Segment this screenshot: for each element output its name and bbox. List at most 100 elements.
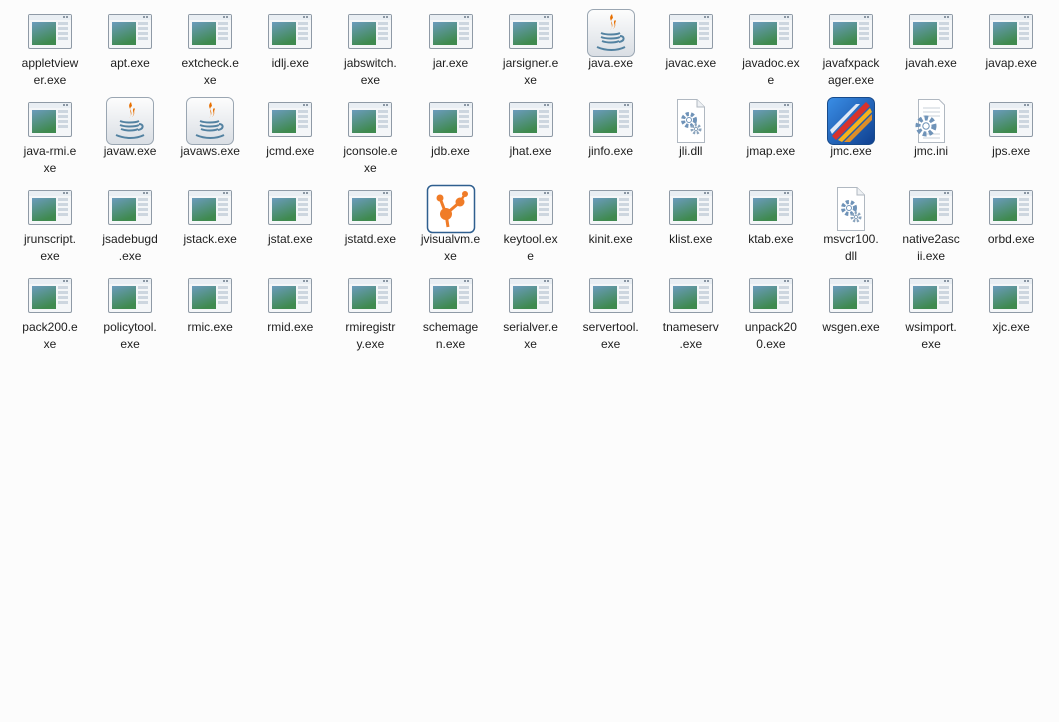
file-name-line-1: javadoc.ex [742,56,800,70]
file-item[interactable]: policytool. exe [90,272,170,358]
file-item[interactable]: jstack.exe [170,184,250,270]
file-name-line-1: wsgen.exe [822,320,880,334]
file-item[interactable]: keytool.ex e [491,184,571,270]
file-item[interactable]: jdb.exe [411,96,491,182]
file-item[interactable]: javah.exe [891,8,971,94]
file-name-label: java-rmi.e xe [10,143,90,177]
file-name-label: schemage n.exe [411,319,491,353]
file-item[interactable]: jstat.exe [250,184,330,270]
file-name-label: jstat.exe [250,231,330,248]
file-name-line-2: y.exe [356,337,385,351]
file-item[interactable]: jps.exe [971,96,1051,182]
file-item[interactable]: javafxpack ager.exe [811,8,891,94]
file-item[interactable]: jhat.exe [491,96,571,182]
app-window-icon [586,184,636,234]
file-item[interactable]: appletview er.exe [10,8,90,94]
file-item[interactable]: pack200.e xe [10,272,90,358]
file-item[interactable]: wsimport. exe [891,272,971,358]
file-item[interactable]: wsgen.exe [811,272,891,358]
file-item[interactable]: extcheck.e xe [170,8,250,94]
file-item[interactable]: unpack20 0.exe [731,272,811,358]
app-window-icon [986,184,1036,234]
file-item[interactable]: javac.exe [651,8,731,94]
file-name-label: unpack20 0.exe [731,319,811,353]
file-item[interactable]: jmc.exe [811,96,891,182]
file-name-label: xjc.exe [971,319,1051,336]
app-window-icon [185,184,235,234]
app-window-icon [506,8,556,58]
file-item[interactable]: jvisualvm.e xe [411,184,491,270]
file-item[interactable]: jstatd.exe [330,184,410,270]
file-name-line-1: jsadebugd [102,232,158,246]
file-item[interactable]: java.exe [571,8,651,94]
file-name-line-1: xjc.exe [992,320,1030,334]
file-item[interactable]: xjc.exe [971,272,1051,358]
file-name-line-2: exe [120,337,140,351]
file-name-label: keytool.ex e [491,231,571,265]
file-item[interactable]: jabswitch. exe [330,8,410,94]
file-name-line-2: e [767,73,775,87]
file-item[interactable]: jinfo.exe [571,96,651,182]
file-name-line-2: 0.exe [756,337,786,351]
file-name-line-2: xe [43,161,57,175]
file-item[interactable]: kinit.exe [571,184,651,270]
file-name-line-1: rmid.exe [267,320,314,334]
file-name-line-1: idlj.exe [271,56,309,70]
file-name-label: java.exe [571,55,651,72]
file-name-label: jhat.exe [491,143,571,160]
file-name-line-1: kinit.exe [588,232,633,246]
file-name-line-2: exe [601,337,621,351]
file-name-label: javafxpack ager.exe [811,55,891,89]
file-name-label: rmid.exe [250,319,330,336]
file-item[interactable]: jconsole.e xe [330,96,410,182]
app-window-icon [25,272,75,322]
file-name-label: jli.dll [651,143,731,160]
file-item[interactable]: idlj.exe [250,8,330,94]
file-name-line-1: orbd.exe [987,232,1035,246]
file-name-line-1: javaw.exe [103,144,157,158]
file-name-label: orbd.exe [971,231,1051,248]
file-name-label: appletview er.exe [10,55,90,89]
file-item[interactable]: rmid.exe [250,272,330,358]
file-item[interactable]: rmic.exe [170,272,250,358]
file-item[interactable]: klist.exe [651,184,731,270]
file-item[interactable]: jsadebugd .exe [90,184,170,270]
file-item[interactable]: javaw.exe [90,96,170,182]
file-name-line-1: msvcr100. [823,232,879,246]
file-name-line-1: jstat.exe [267,232,313,246]
file-name-label: ktab.exe [731,231,811,248]
file-name-line-2: e [527,249,534,263]
file-item[interactable]: javaws.exe [170,96,250,182]
app-window-icon [666,272,716,322]
file-item[interactable]: jli.dll [651,96,731,182]
file-name-line-1: jabswitch. [344,56,397,70]
file-item[interactable]: servertool. exe [571,272,651,358]
file-item[interactable]: jmc.ini [891,96,971,182]
file-item[interactable]: jarsigner.e xe [491,8,571,94]
file-item[interactable]: rmiregistr y.exe [330,272,410,358]
file-name-label: jstatd.exe [330,231,410,248]
file-item[interactable]: jrunscript. exe [10,184,90,270]
app-window-icon [345,8,395,58]
app-window-icon [265,184,315,234]
file-item[interactable]: jar.exe [411,8,491,94]
file-item[interactable]: jmap.exe [731,96,811,182]
file-item[interactable]: jcmd.exe [250,96,330,182]
file-name-line-2: xe [524,73,537,87]
file-name-line-2: xe [43,337,57,351]
file-item[interactable]: msvcr100. dll [811,184,891,270]
file-item[interactable]: java-rmi.e xe [10,96,90,182]
file-item[interactable]: tnameserv .exe [651,272,731,358]
ini-settings-icon [906,96,956,146]
file-item[interactable]: native2asc ii.exe [891,184,971,270]
file-item[interactable]: javadoc.ex e [731,8,811,94]
file-name-label: jinfo.exe [571,143,651,160]
file-item[interactable]: apt.exe [90,8,170,94]
dll-gear-icon [826,184,876,234]
file-item[interactable]: orbd.exe [971,184,1051,270]
file-item[interactable]: serialver.e xe [491,272,571,358]
file-item[interactable]: javap.exe [971,8,1051,94]
app-window-icon [426,96,476,146]
file-item[interactable]: ktab.exe [731,184,811,270]
file-item[interactable]: schemage n.exe [411,272,491,358]
